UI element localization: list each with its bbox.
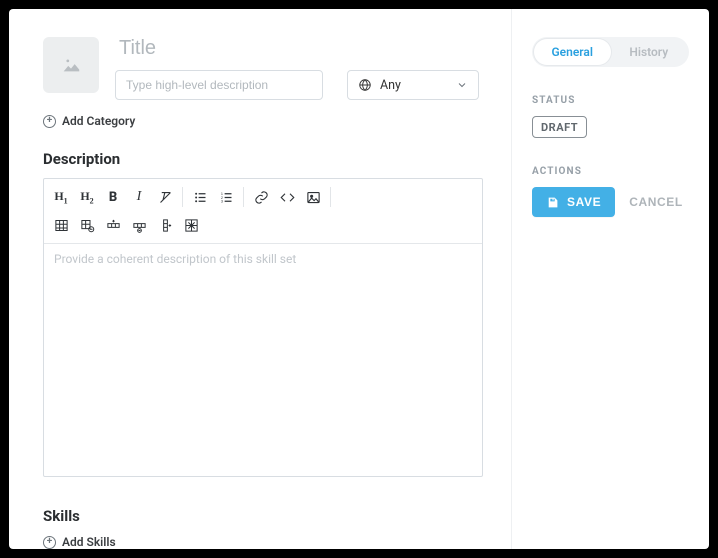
thumbnail-placeholder[interactable] <box>43 37 99 93</box>
plus-circle-icon: + <box>43 115 56 128</box>
skills-heading: Skills <box>43 507 483 525</box>
col-add-icon <box>158 218 173 233</box>
add-skills-label: Add Skills <box>62 535 116 549</box>
h1-button[interactable]: H1 <box>48 183 74 211</box>
cancel-button[interactable]: CANCEL <box>629 195 683 209</box>
table-icon <box>54 218 69 233</box>
delete-table-button[interactable] <box>74 211 100 239</box>
title-input[interactable] <box>115 37 483 62</box>
globe-icon <box>358 78 372 92</box>
editor-toolbar: H1 H2 B I 123 <box>44 179 482 244</box>
bullet-list-button[interactable] <box>187 183 213 211</box>
add-category-label: Add Category <box>62 114 135 128</box>
table-button[interactable] <box>48 211 74 239</box>
status-badge: DRAFT <box>532 116 587 138</box>
editor-placeholder: Provide a coherent description of this s… <box>54 252 296 266</box>
delete-row-button[interactable] <box>126 211 152 239</box>
status-label: STATUS <box>532 95 689 106</box>
header-row2: Any <box>115 70 483 100</box>
save-icon <box>546 196 559 209</box>
actions-block: ACTIONS SAVE CANCEL <box>532 166 689 217</box>
code-icon <box>280 190 295 205</box>
clear-format-button[interactable] <box>152 183 178 211</box>
editor-body[interactable]: Provide a coherent description of this s… <box>44 244 482 476</box>
row-delete-icon <box>132 218 147 233</box>
col-delete-icon <box>184 218 199 233</box>
code-button[interactable] <box>274 183 300 211</box>
scope-select-value: Any <box>380 78 401 93</box>
table-delete-icon <box>80 218 95 233</box>
chevron-down-icon <box>456 79 468 91</box>
sidebar: General History STATUS DRAFT ACTIONS SAV… <box>511 9 709 549</box>
scope-select[interactable]: Any <box>347 70 479 100</box>
add-col-button[interactable] <box>152 211 178 239</box>
ordered-list-button[interactable]: 123 <box>213 183 239 211</box>
row-add-icon <box>106 218 121 233</box>
clear-format-icon <box>158 190 173 205</box>
description-heading: Description <box>43 150 483 168</box>
save-label: SAVE <box>567 195 601 209</box>
bold-button[interactable]: B <box>100 183 126 211</box>
list-ul-icon <box>193 190 208 205</box>
short-description-input[interactable] <box>115 70 323 100</box>
italic-button[interactable]: I <box>126 183 152 211</box>
actions-label: ACTIONS <box>532 166 689 177</box>
delete-col-button[interactable] <box>178 211 204 239</box>
svg-text:3: 3 <box>220 199 222 203</box>
plus-circle-icon: + <box>43 536 56 549</box>
app-frame: Any + Add Category Description H1 H2 <box>9 9 709 549</box>
header: Any <box>43 37 483 100</box>
image-icon <box>60 54 82 76</box>
link-button[interactable] <box>248 183 274 211</box>
save-button[interactable]: SAVE <box>532 187 615 217</box>
add-skills-button[interactable]: + Add Skills <box>43 535 483 549</box>
rich-editor: H1 H2 B I 123 <box>43 178 483 477</box>
sidebar-tabs: General History <box>532 37 689 67</box>
tab-history[interactable]: History <box>611 39 688 65</box>
header-fields: Any <box>115 37 483 100</box>
add-category-button[interactable]: + Add Category <box>43 114 483 128</box>
image-button[interactable] <box>300 183 326 211</box>
main-pane: Any + Add Category Description H1 H2 <box>9 9 511 549</box>
list-ol-icon: 123 <box>219 190 234 205</box>
picture-icon <box>306 190 321 205</box>
link-icon <box>254 190 269 205</box>
tab-general[interactable]: General <box>534 39 611 65</box>
add-row-button[interactable] <box>100 211 126 239</box>
status-block: STATUS DRAFT <box>532 95 689 138</box>
h2-button[interactable]: H2 <box>74 183 100 211</box>
